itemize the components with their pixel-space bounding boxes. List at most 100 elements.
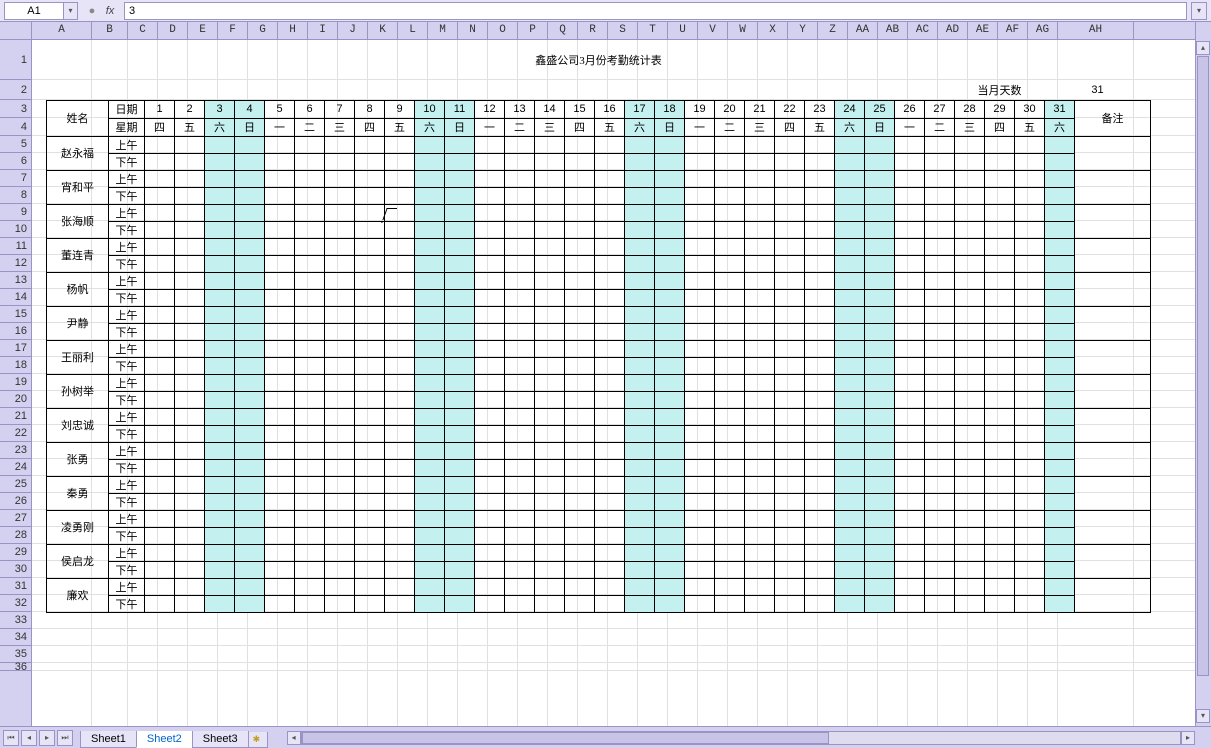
attendance-cell[interactable] — [295, 527, 325, 544]
fx-icon[interactable]: fx — [102, 3, 118, 19]
attendance-cell[interactable] — [625, 510, 655, 527]
attendance-cell[interactable] — [835, 289, 865, 306]
attendance-cell[interactable] — [385, 391, 415, 408]
attendance-cell[interactable] — [415, 527, 445, 544]
attendance-cell[interactable] — [655, 561, 685, 578]
attendance-cell[interactable] — [715, 221, 745, 238]
attendance-cell[interactable] — [475, 510, 505, 527]
attendance-cell[interactable] — [1045, 238, 1075, 255]
attendance-cell[interactable] — [295, 204, 325, 221]
attendance-cell[interactable] — [985, 476, 1015, 493]
attendance-cell[interactable] — [415, 136, 445, 153]
attendance-cell[interactable] — [745, 323, 775, 340]
attendance-cell[interactable] — [535, 238, 565, 255]
attendance-cell[interactable] — [805, 476, 835, 493]
attendance-cell[interactable] — [805, 408, 835, 425]
attendance-cell[interactable] — [565, 221, 595, 238]
attendance-cell[interactable] — [895, 306, 925, 323]
attendance-cell[interactable] — [835, 561, 865, 578]
attendance-cell[interactable] — [1045, 578, 1075, 595]
attendance-cell[interactable] — [595, 357, 625, 374]
attendance-cell[interactable] — [1045, 204, 1075, 221]
attendance-cell[interactable] — [415, 272, 445, 289]
attendance-cell[interactable] — [775, 153, 805, 170]
attendance-cell[interactable] — [265, 510, 295, 527]
attendance-cell[interactable] — [295, 289, 325, 306]
attendance-cell[interactable] — [655, 340, 685, 357]
remark-cell[interactable] — [1075, 510, 1151, 544]
attendance-cell[interactable] — [595, 187, 625, 204]
attendance-cell[interactable] — [235, 323, 265, 340]
attendance-cell[interactable] — [385, 595, 415, 612]
attendance-cell[interactable] — [955, 442, 985, 459]
attendance-cell[interactable] — [865, 340, 895, 357]
attendance-cell[interactable] — [235, 272, 265, 289]
attendance-cell[interactable] — [625, 136, 655, 153]
attendance-cell[interactable] — [655, 459, 685, 476]
attendance-cell[interactable] — [625, 289, 655, 306]
attendance-cell[interactable] — [865, 510, 895, 527]
attendance-cell[interactable] — [355, 289, 385, 306]
attendance-cell[interactable] — [565, 357, 595, 374]
attendance-cell[interactable] — [175, 595, 205, 612]
attendance-cell[interactable] — [535, 340, 565, 357]
attendance-cell[interactable] — [475, 272, 505, 289]
attendance-cell[interactable] — [1015, 493, 1045, 510]
attendance-cell[interactable] — [895, 255, 925, 272]
attendance-cell[interactable] — [235, 170, 265, 187]
attendance-cell[interactable] — [775, 595, 805, 612]
attendance-cell[interactable] — [655, 272, 685, 289]
attendance-cell[interactable] — [265, 459, 295, 476]
attendance-cell[interactable] — [265, 442, 295, 459]
attendance-cell[interactable] — [595, 595, 625, 612]
attendance-cell[interactable] — [265, 595, 295, 612]
attendance-cell[interactable] — [955, 187, 985, 204]
attendance-cell[interactable] — [145, 595, 175, 612]
attendance-cell[interactable] — [895, 136, 925, 153]
attendance-cell[interactable] — [265, 153, 295, 170]
attendance-cell[interactable] — [415, 340, 445, 357]
attendance-cell[interactable] — [805, 544, 835, 561]
attendance-cell[interactable] — [895, 493, 925, 510]
attendance-cell[interactable] — [385, 425, 415, 442]
attendance-cell[interactable] — [595, 459, 625, 476]
attendance-cell[interactable] — [775, 544, 805, 561]
attendance-cell[interactable] — [475, 459, 505, 476]
attendance-cell[interactable] — [355, 374, 385, 391]
attendance-cell[interactable] — [235, 221, 265, 238]
attendance-cell[interactable] — [175, 357, 205, 374]
attendance-cell[interactable] — [415, 289, 445, 306]
attendance-cell[interactable] — [925, 578, 955, 595]
attendance-cell[interactable] — [235, 510, 265, 527]
attendance-cell[interactable] — [775, 170, 805, 187]
attendance-cell[interactable] — [535, 442, 565, 459]
row-header-25[interactable]: 25 — [0, 476, 31, 493]
attendance-cell[interactable] — [385, 374, 415, 391]
attendance-cell[interactable] — [295, 408, 325, 425]
attendance-cell[interactable] — [895, 153, 925, 170]
attendance-cell[interactable] — [685, 595, 715, 612]
attendance-cell[interactable] — [505, 561, 535, 578]
attendance-cell[interactable] — [325, 442, 355, 459]
attendance-cell[interactable] — [175, 391, 205, 408]
attendance-cell[interactable] — [415, 238, 445, 255]
attendance-cell[interactable] — [445, 527, 475, 544]
attendance-cell[interactable] — [925, 340, 955, 357]
attendance-cell[interactable] — [685, 544, 715, 561]
attendance-cell[interactable] — [685, 408, 715, 425]
attendance-cell[interactable] — [715, 459, 745, 476]
col-header-AG[interactable]: AG — [1028, 22, 1058, 39]
attendance-cell[interactable] — [835, 510, 865, 527]
attendance-cell[interactable] — [445, 408, 475, 425]
attendance-cell[interactable] — [865, 425, 895, 442]
row-header-11[interactable]: 11 — [0, 238, 31, 255]
attendance-cell[interactable] — [295, 544, 325, 561]
attendance-cell[interactable] — [325, 204, 355, 221]
attendance-cell[interactable] — [205, 391, 235, 408]
attendance-cell[interactable] — [505, 459, 535, 476]
attendance-cell[interactable] — [205, 255, 235, 272]
remark-cell[interactable] — [1075, 272, 1151, 306]
attendance-cell[interactable] — [955, 221, 985, 238]
attendance-cell[interactable] — [205, 204, 235, 221]
attendance-cell[interactable] — [565, 374, 595, 391]
